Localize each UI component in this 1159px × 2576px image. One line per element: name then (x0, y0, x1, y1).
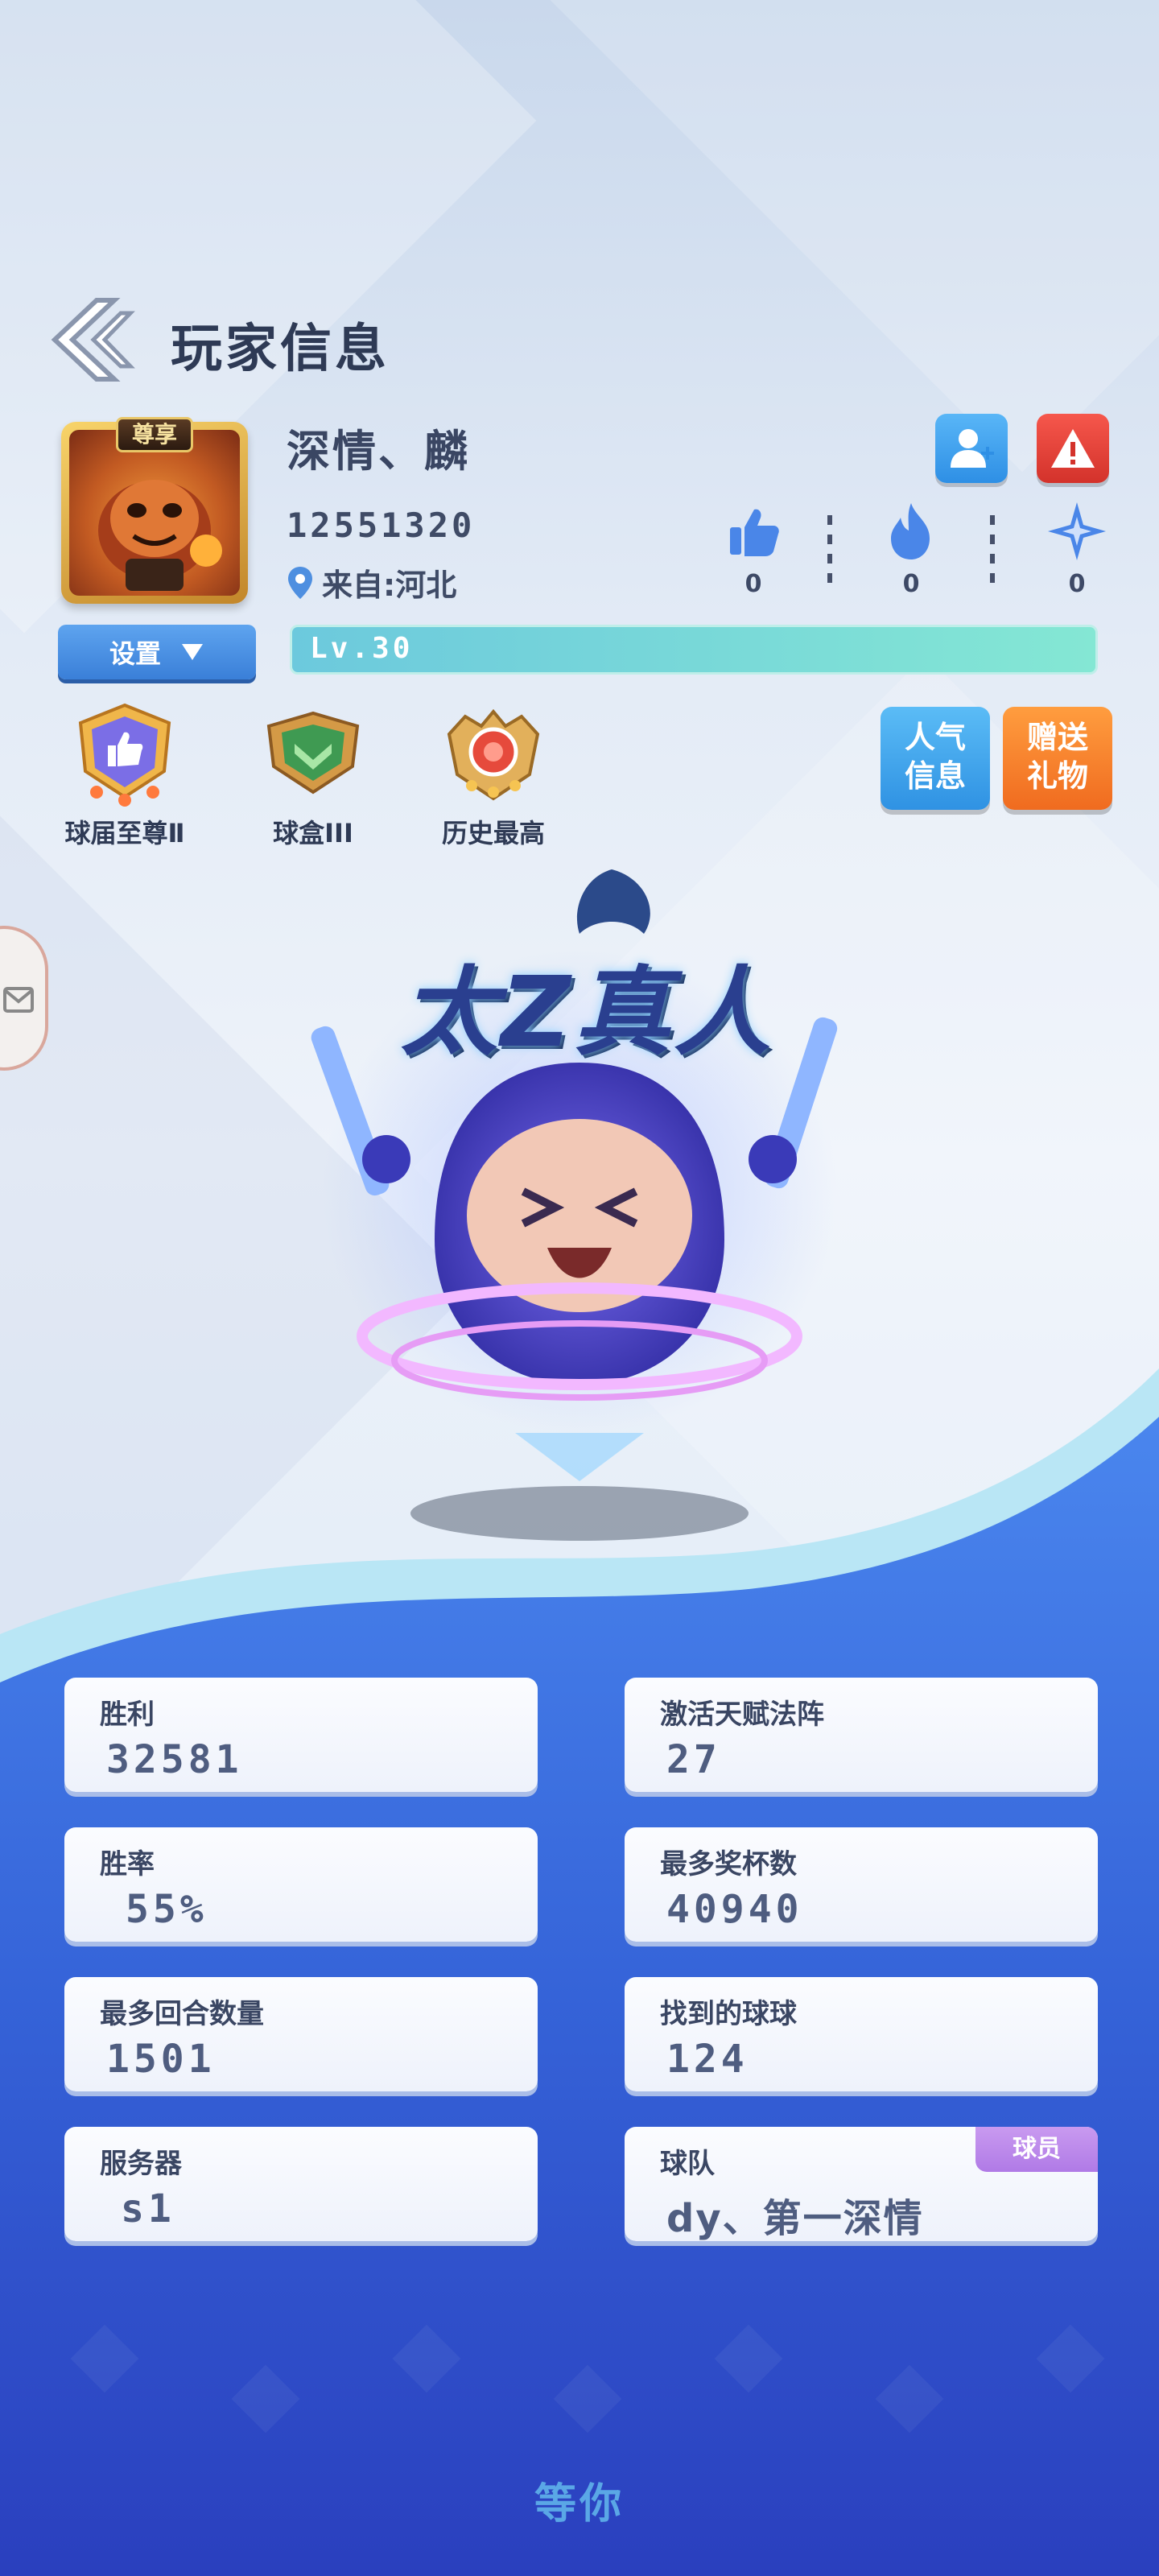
stat-label: 激活天赋法阵 (660, 1699, 824, 1731)
stat-card-server: 服务器 s1 (64, 2127, 538, 2241)
stat-card-balls: 找到的球球 124 (625, 1977, 1098, 2091)
fire-stat[interactable] (879, 499, 943, 564)
player-id: 12551320 (287, 506, 476, 545)
button-label-line1: 人气 (904, 720, 966, 755)
stat-card-team[interactable]: 球队 dy、第一深情 球员 (625, 2127, 1098, 2241)
settings-dropdown[interactable]: 设置 (58, 625, 256, 679)
button-label-line2: 礼物 (1026, 758, 1088, 794)
hero-title: 太Z真人 (401, 957, 774, 1069)
badge-box[interactable]: 球盒III (245, 702, 382, 850)
stat-value: 1501 (106, 2037, 216, 2082)
stat-value: 55% (126, 1887, 208, 1932)
like-count: 0 (744, 570, 762, 598)
stat-card-trophies: 最多奖杯数 40940 (625, 1827, 1098, 1942)
back-button[interactable] (40, 291, 145, 388)
star-count: 0 (1068, 570, 1086, 598)
avatar-badge: 尊享 (116, 417, 193, 452)
stat-value: 27 (666, 1737, 721, 1782)
thumbs-up-icon (730, 509, 779, 556)
stat-label: 找到的球球 (660, 1998, 797, 2030)
stat-label: 胜利 (100, 1699, 155, 1731)
thumbs-up-shield-badge-icon (78, 703, 171, 807)
player-location: 来自:河北 (287, 560, 456, 605)
stat-label: 最多奖杯数 (660, 1848, 797, 1880)
add-user-icon (951, 429, 994, 468)
popularity-info-button[interactable]: 人气 信息 (881, 707, 990, 810)
envelope-icon (3, 987, 34, 1013)
stat-label: 球队 (660, 2148, 715, 2180)
hero-showcase[interactable]: 太Z真人 (306, 869, 885, 1554)
stat-card-winrate: 胜率 55% (64, 1827, 538, 1942)
stat-card-talent: 激活天赋法阵 27 (625, 1678, 1098, 1792)
stat-card-rounds: 最多回合数量 1501 (64, 1977, 538, 2091)
location-pin-icon (288, 566, 312, 599)
side-tab-button[interactable] (0, 926, 48, 1071)
badge-rank[interactable]: 球届至尊Ⅱ (56, 702, 193, 850)
avatar-image (69, 430, 240, 596)
stat-value: dy、第一深情 (666, 2196, 924, 2241)
stat-label: 服务器 (100, 2148, 182, 2180)
stat-value: 40940 (666, 1887, 803, 1932)
divider (827, 515, 832, 592)
badge-label: 历史最高 (441, 818, 545, 848)
sparkle-star-icon (1048, 502, 1106, 560)
add-friend-button[interactable] (935, 414, 1008, 483)
send-gift-button[interactable]: 赠送 礼物 (1003, 707, 1112, 810)
button-label-line1: 赠送 (1026, 720, 1088, 755)
fire-count: 0 (902, 570, 920, 598)
stat-value: s1 (121, 2186, 175, 2231)
player-name: 深情、麟 (287, 426, 470, 477)
divider (990, 515, 995, 592)
team-role-badge: 球员 (975, 2127, 1098, 2172)
location-text: 来自:河北 (322, 568, 457, 603)
fire-icon (891, 503, 930, 559)
warning-icon (1051, 429, 1095, 468)
stat-label: 最多回合数量 (100, 1998, 264, 2030)
badge-label: 球盒III (273, 818, 353, 848)
page-title: 玩家信息 (171, 320, 390, 379)
button-label-line2: 信息 (904, 758, 966, 794)
badge-label: 球届至尊Ⅱ (64, 818, 185, 848)
like-stat[interactable] (721, 499, 786, 564)
double-chevron-left-icon (51, 298, 135, 382)
gem-medal-badge-icon (447, 708, 540, 801)
stat-value: 32581 (106, 1737, 243, 1782)
stat-label: 胜率 (100, 1848, 155, 1880)
star-stat[interactable] (1045, 499, 1109, 564)
settings-label: 设置 (109, 638, 161, 669)
stat-value: 124 (666, 2037, 749, 2082)
avatar[interactable]: 尊享 (61, 417, 248, 604)
level-text: Lv.30 (310, 632, 414, 665)
chevron-shield-badge-icon (266, 711, 360, 795)
triangle-down-icon (182, 644, 203, 660)
stat-card-wins: 胜利 32581 (64, 1678, 538, 1792)
level-bar: Lv.30 (290, 625, 1098, 675)
report-button[interactable] (1037, 414, 1109, 483)
badge-history[interactable]: 历史最高 (425, 702, 562, 850)
footer-text: 等你 (534, 2480, 625, 2529)
